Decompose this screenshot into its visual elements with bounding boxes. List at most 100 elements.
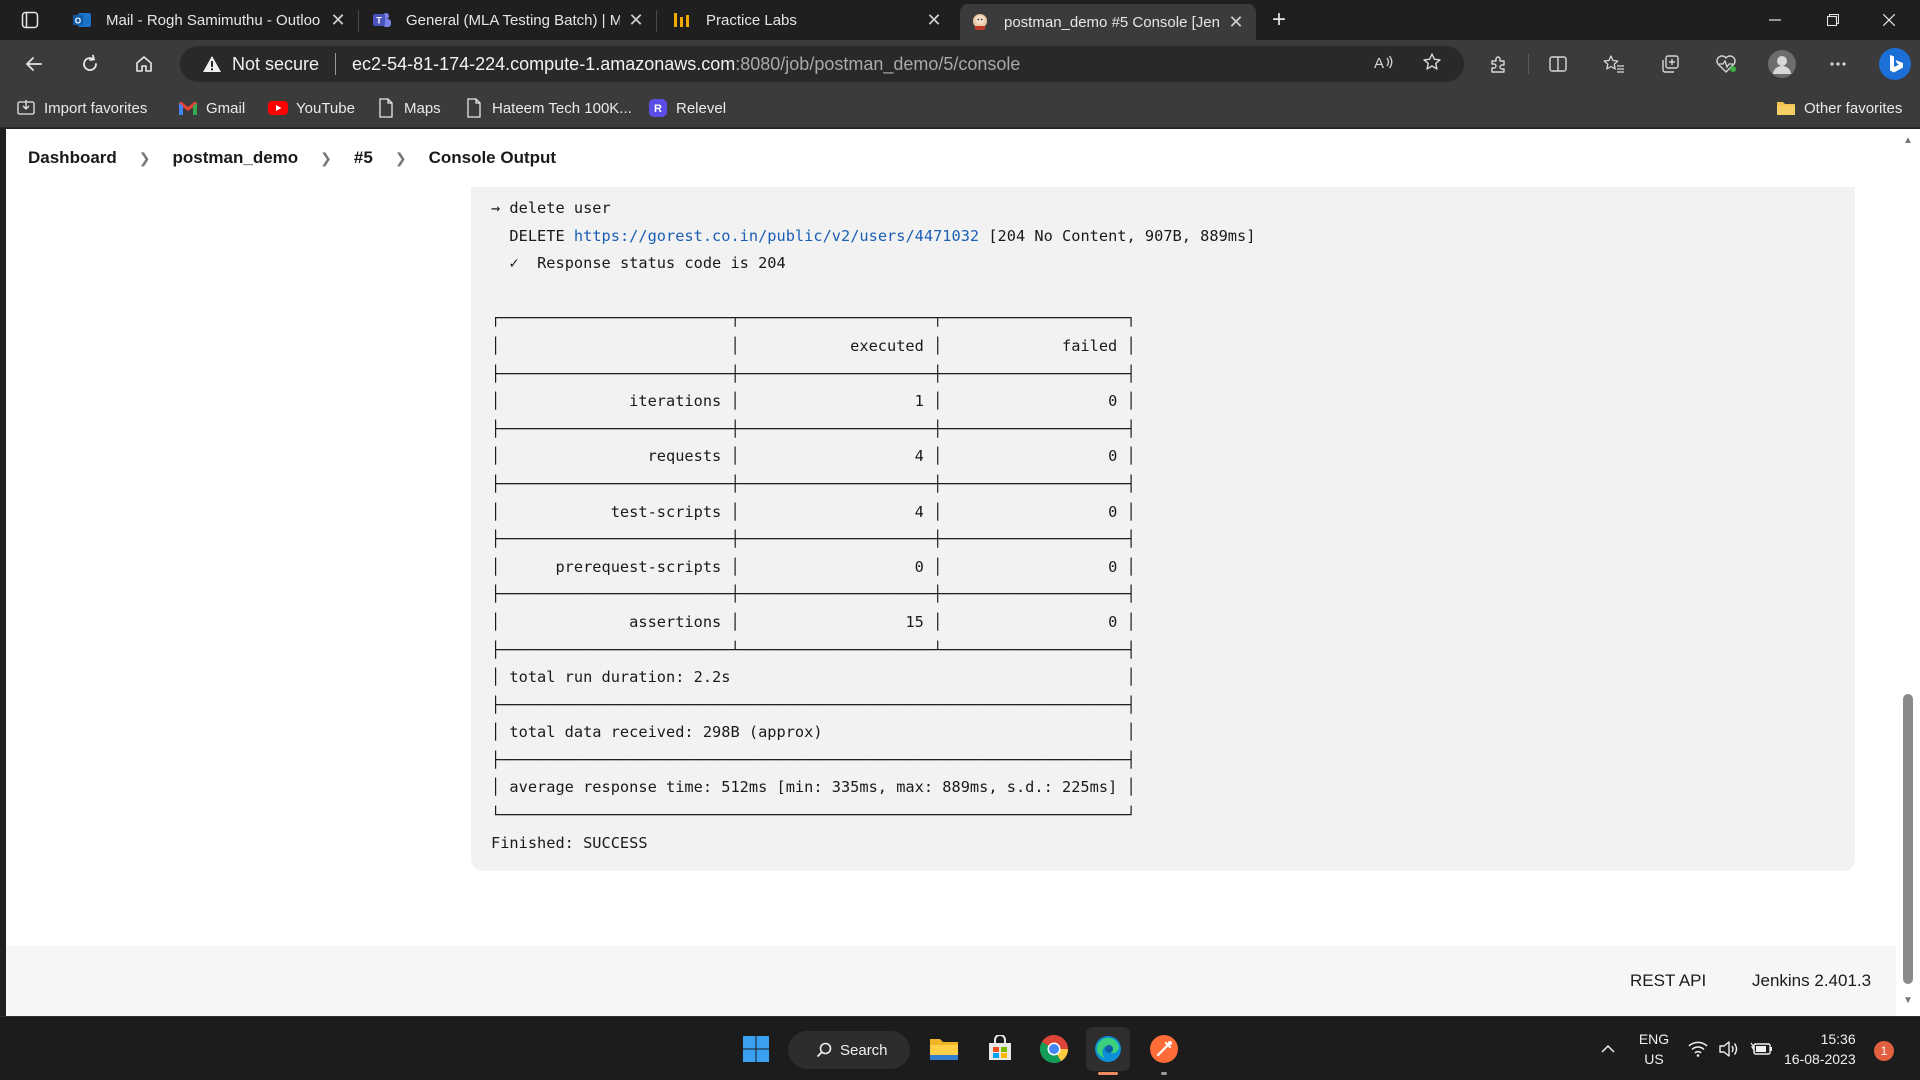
youtube-icon	[268, 98, 288, 118]
teams-icon: T	[372, 10, 392, 30]
svg-text:T: T	[376, 16, 382, 26]
url-path: :8080/job/postman_demo/5/console	[735, 53, 1021, 74]
favorite-hateem-tech[interactable]: Hateem Tech 100K...	[464, 96, 632, 120]
system-clock[interactable]: 15:36 16-08-2023	[1784, 1029, 1856, 1069]
row-executed: 1	[748, 392, 924, 411]
tab-actions-icon[interactable]	[10, 4, 50, 36]
tab-jenkins-console[interactable]: postman_demo #5 Console [Jenk ✕	[960, 4, 1256, 40]
favorite-label: Gmail	[206, 99, 246, 117]
language-indicator[interactable]: ENG US	[1636, 1029, 1672, 1069]
windows-start-icon[interactable]	[734, 1027, 778, 1071]
col-header-failed: failed	[951, 336, 1118, 355]
url-host: ec2-54-81-174-224.compute-1.amazonaws.co…	[352, 53, 736, 74]
warning-icon[interactable]	[202, 54, 222, 74]
scroll-down-icon[interactable]: ▼	[1902, 995, 1914, 1007]
practice-labs-icon	[672, 10, 692, 30]
tab-practice-labs[interactable]: Practice Labs ✕	[662, 4, 954, 36]
refresh-icon[interactable]	[72, 48, 108, 80]
request-url-link[interactable]: https://gorest.co.in/public/v2/users/447…	[574, 227, 979, 245]
notification-badge[interactable]: 1	[1874, 1041, 1894, 1061]
edge-icon[interactable]	[1086, 1027, 1130, 1075]
vertical-scrollbar[interactable]: ▲ ▼	[1896, 129, 1920, 1016]
taskbar-search[interactable]: Search	[788, 1031, 910, 1069]
row-failed: 0	[951, 557, 1118, 576]
toolbar-divider	[1528, 54, 1529, 74]
other-favorites[interactable]: Other favorites	[1776, 96, 1902, 120]
show-hidden-icons[interactable]	[1600, 1017, 1616, 1080]
collections-icon[interactable]	[1652, 48, 1688, 80]
tab-title: Practice Labs	[706, 11, 797, 29]
row-failed: 0	[951, 447, 1118, 466]
region-code: US	[1644, 1051, 1664, 1067]
tab-title: Mail - Rogh Samimuthu - Outloo	[106, 11, 321, 29]
active-app-indicator	[1098, 1072, 1118, 1075]
favorite-relevel[interactable]: R Relevel	[648, 96, 726, 120]
battery-icon[interactable]	[1750, 1017, 1772, 1080]
console-text: → delete user DELETE https://gorest.co.i…	[491, 199, 1256, 852]
breadcrumb-job[interactable]: postman_demo	[173, 148, 299, 168]
gmail-icon	[178, 98, 198, 118]
jenkins-version-link[interactable]: Jenkins 2.401.3	[1752, 971, 1871, 991]
row-executed: 15	[748, 612, 924, 631]
favorite-import[interactable]: Import favorites	[16, 96, 147, 120]
read-aloud-icon[interactable]: A	[1372, 50, 1396, 74]
tab-divider	[656, 10, 657, 32]
close-tab-icon[interactable]: ✕	[626, 10, 646, 30]
breadcrumb-console-output[interactable]: Console Output	[429, 148, 556, 168]
tab-teams[interactable]: T General (MLA Testing Batch) | Mi ✕	[362, 4, 656, 36]
other-favorites-label: Other favorites	[1804, 99, 1903, 117]
row-label: test-scripts	[509, 502, 722, 521]
tab-strip: O Mail - Rogh Samimuthu - Outloo ✕ T Gen…	[0, 0, 1920, 40]
more-options-icon[interactable]	[1820, 48, 1856, 80]
clock-time: 15:36	[1820, 1031, 1856, 1047]
tab-outlook[interactable]: O Mail - Rogh Samimuthu - Outloo ✕	[62, 4, 358, 36]
profile-avatar[interactable]	[1764, 48, 1800, 80]
favorite-youtube[interactable]: YouTube	[268, 96, 355, 120]
add-favorite-icon[interactable]	[1420, 50, 1444, 74]
scroll-up-icon[interactable]: ▲	[1902, 135, 1914, 147]
page-viewport: → delete user DELETE https://gorest.co.i…	[6, 129, 1896, 1016]
address-bar[interactable]: Not secure ec2-54-81-174-224.compute-1.a…	[180, 46, 1464, 82]
microsoft-store-icon[interactable]	[978, 1027, 1022, 1071]
home-icon[interactable]	[126, 48, 162, 80]
minimize-icon[interactable]	[1748, 0, 1802, 40]
page-icon	[376, 98, 396, 118]
language-code: ENG	[1638, 1031, 1670, 1047]
breadcrumb-dashboard[interactable]: Dashboard	[28, 148, 117, 168]
favorites-icon[interactable]	[1596, 48, 1632, 80]
summary-line: average response time: 512ms [min: 335ms…	[509, 778, 1118, 797]
restore-icon[interactable]	[1806, 0, 1860, 40]
close-tab-icon[interactable]: ✕	[328, 10, 348, 30]
chrome-icon[interactable]	[1032, 1027, 1076, 1071]
close-window-icon[interactable]	[1862, 0, 1916, 40]
folder-icon	[1776, 98, 1796, 118]
bing-chat-icon[interactable]	[1874, 48, 1916, 80]
new-tab-button[interactable]: +	[1264, 6, 1294, 34]
search-icon	[816, 1042, 832, 1058]
breadcrumb-build[interactable]: #5	[354, 148, 373, 168]
svg-text:R: R	[654, 103, 662, 115]
taskbar: Search ENG US 15:36 16-08-2023 1	[0, 1016, 1920, 1080]
svg-text:O: O	[75, 17, 81, 26]
tab-title: General (MLA Testing Batch) | Mi	[406, 11, 620, 29]
split-screen-icon[interactable]	[1540, 48, 1576, 80]
favorite-label: Import favorites	[44, 99, 148, 117]
browser-essentials-icon[interactable]	[1708, 48, 1744, 80]
scrollbar-thumb[interactable]	[1903, 694, 1913, 984]
extensions-icon[interactable]	[1480, 48, 1516, 80]
row-executed: 4	[748, 447, 924, 466]
file-explorer-icon[interactable]	[922, 1027, 966, 1071]
search-label: Search	[840, 1041, 888, 1059]
postman-icon[interactable]	[1142, 1027, 1186, 1075]
favorite-maps[interactable]: Maps	[376, 96, 441, 120]
url-text[interactable]: ec2-54-81-174-224.compute-1.amazonaws.co…	[352, 54, 1020, 75]
security-label[interactable]: Not secure	[232, 54, 319, 75]
close-tab-icon[interactable]: ✕	[1226, 12, 1246, 32]
wifi-icon[interactable]	[1688, 1017, 1708, 1080]
rest-api-link[interactable]: REST API	[1630, 971, 1706, 991]
favorite-label: Hateem Tech 100K...	[492, 99, 632, 117]
back-icon[interactable]	[16, 48, 52, 80]
favorite-gmail[interactable]: Gmail	[178, 96, 245, 120]
close-tab-icon[interactable]: ✕	[924, 10, 944, 30]
volume-icon[interactable]	[1718, 1017, 1740, 1080]
